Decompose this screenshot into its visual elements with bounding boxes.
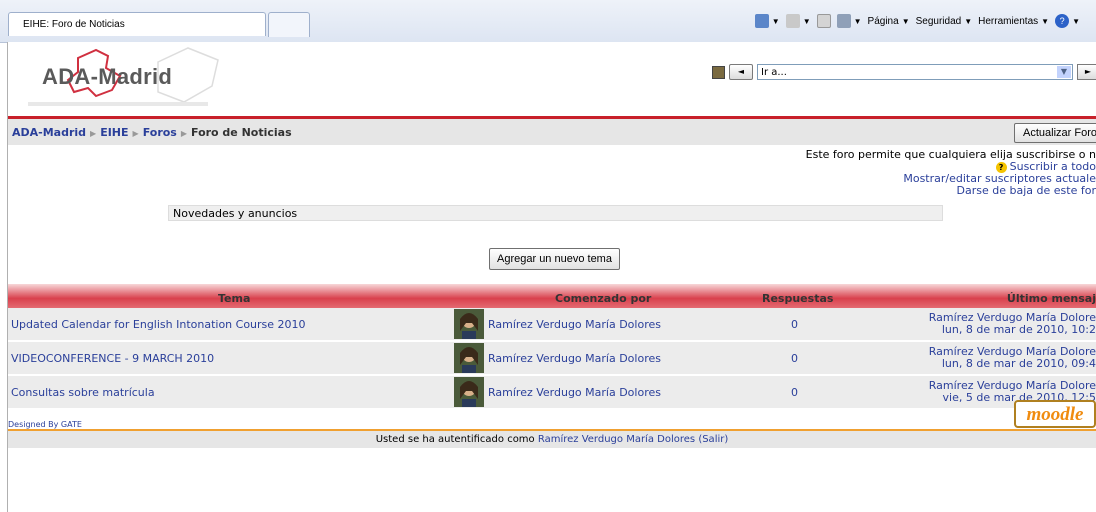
replies-link[interactable]: 0 xyxy=(791,352,798,365)
login-prefix: Usted se ha autentificado como xyxy=(375,434,535,445)
help-icon: ? xyxy=(1055,14,1070,28)
home-button[interactable]: ▼ xyxy=(754,14,780,28)
subscription-info: Este foro permite que cualquiera elija s… xyxy=(806,149,1096,197)
previous-button[interactable]: ◄ xyxy=(729,64,753,80)
print-button[interactable]: ▼ xyxy=(836,14,862,28)
site-logo[interactable]: ADA-Madrid xyxy=(42,64,172,90)
avatar[interactable] xyxy=(454,343,484,373)
table-row: Updated Calendar for English Intonation … xyxy=(8,308,1096,342)
replies-link[interactable]: 0 xyxy=(791,386,798,399)
browser-chrome: EIHE: Foro de Noticias ▼ ▼ ▼ Página ▼ Seg… xyxy=(0,0,1096,43)
topic-link[interactable]: Consultas sobre matrícula xyxy=(11,386,155,399)
breadcrumb-forums[interactable]: Foros xyxy=(143,126,177,139)
navigation-icon[interactable] xyxy=(712,65,725,79)
author-link[interactable]: Ramírez Verdugo María Dolores xyxy=(488,352,661,365)
page-menu-label: Página xyxy=(867,15,899,27)
next-button[interactable]: ► xyxy=(1077,64,1096,80)
site-header: ADA-Madrid ◄ Ir a... ▼ ► xyxy=(8,42,1096,118)
security-menu-label: Seguridad xyxy=(915,15,962,27)
breadcrumb-separator-icon: ▶ xyxy=(90,129,97,138)
feeds-icon xyxy=(785,14,800,28)
replies-link[interactable]: 0 xyxy=(791,318,798,331)
breadcrumb-current: Foro de Noticias xyxy=(191,126,292,139)
discussion-table: Tema Comenzado por Respuestas Último men… xyxy=(8,284,1096,410)
author-link[interactable]: Ramírez Verdugo María Dolores xyxy=(488,386,661,399)
print-icon xyxy=(836,14,851,28)
forum-intro: Novedades y anuncios xyxy=(168,205,943,221)
breadcrumb-separator-icon: ▶ xyxy=(180,129,187,138)
command-bar: ▼ ▼ ▼ Página ▼ Seguridad ▼ Herramientas ▼ ?… xyxy=(754,10,1080,32)
mail-icon xyxy=(816,14,831,28)
tools-menu[interactable]: Herramientas ▼ xyxy=(978,16,1049,27)
last-post: Ramírez Verdugo María Dolore lun, 8 de m… xyxy=(929,312,1096,336)
last-post-date[interactable]: lun, 8 de mar de 2010, 10:2 xyxy=(929,324,1096,336)
home-icon xyxy=(754,14,769,28)
table-header: Tema Comenzado por Respuestas Último men… xyxy=(8,284,1096,308)
help-icon[interactable]: ? xyxy=(995,161,1007,173)
topic-link[interactable]: Updated Calendar for English Intonation … xyxy=(11,318,306,331)
author-link[interactable]: Ramírez Verdugo María Dolores xyxy=(488,318,661,331)
mail-button[interactable] xyxy=(816,14,831,28)
breadcrumb-separator-icon: ▶ xyxy=(132,129,139,138)
security-menu[interactable]: Seguridad ▼ xyxy=(916,16,973,27)
logout-link[interactable]: (Salir) xyxy=(698,434,728,445)
last-post: Ramírez Verdugo María Dolore lun, 8 de m… xyxy=(929,346,1096,370)
update-forum-button[interactable]: Actualizar Foro xyxy=(1014,123,1096,143)
topic-link[interactable]: VIDEOCONFERENCE - 9 MARCH 2010 xyxy=(11,352,214,365)
help-button[interactable]: ? ▼ xyxy=(1055,14,1080,28)
header-started-by: Comenzado por xyxy=(555,292,652,305)
jump-select-value: Ir a... xyxy=(761,67,787,78)
moodle-logo[interactable]: moodle xyxy=(1014,400,1096,428)
tools-menu-label: Herramientas xyxy=(978,15,1039,27)
chevron-down-icon[interactable]: ▼ xyxy=(1057,66,1071,78)
header-topic: Tema xyxy=(218,292,251,305)
login-info: Usted se ha autentificado como Ramírez V… xyxy=(8,431,1096,448)
jump-menu: ◄ Ir a... ▼ ► xyxy=(712,64,1096,80)
avatar[interactable] xyxy=(454,309,484,339)
add-topic-button[interactable]: Agregar un nuevo tema xyxy=(489,248,620,270)
new-tab-button[interactable] xyxy=(268,12,310,37)
breadcrumb: ADA-Madrid ▶ EIHE ▶ Foros ▶ Foro de Noticias xyxy=(12,126,292,139)
header-replies: Respuestas xyxy=(762,292,834,305)
navbar: ADA-Madrid ▶ EIHE ▶ Foros ▶ Foro de Noticias A… xyxy=(8,119,1096,145)
feeds-button[interactable]: ▼ xyxy=(785,14,811,28)
table-row: VIDEOCONFERENCE - 9 MARCH 2010 Ramírez V… xyxy=(8,342,1096,376)
unsubscribe-link[interactable]: Darse de baja de este for xyxy=(806,185,1096,197)
browser-tab[interactable]: EIHE: Foro de Noticias xyxy=(8,12,266,36)
header-last-post: Último mensaj xyxy=(1006,292,1096,305)
breadcrumb-course[interactable]: EIHE xyxy=(100,126,128,139)
last-post-date[interactable]: lun, 8 de mar de 2010, 09:4 xyxy=(929,358,1096,370)
page-menu[interactable]: Página ▼ xyxy=(868,16,910,27)
designed-by-link[interactable]: Designed By GATE xyxy=(8,420,82,429)
user-profile-link[interactable]: Ramírez Verdugo María Dolores xyxy=(538,434,695,445)
breadcrumb-site[interactable]: ADA-Madrid xyxy=(12,126,86,139)
jump-select[interactable]: Ir a... ▼ xyxy=(757,64,1073,80)
